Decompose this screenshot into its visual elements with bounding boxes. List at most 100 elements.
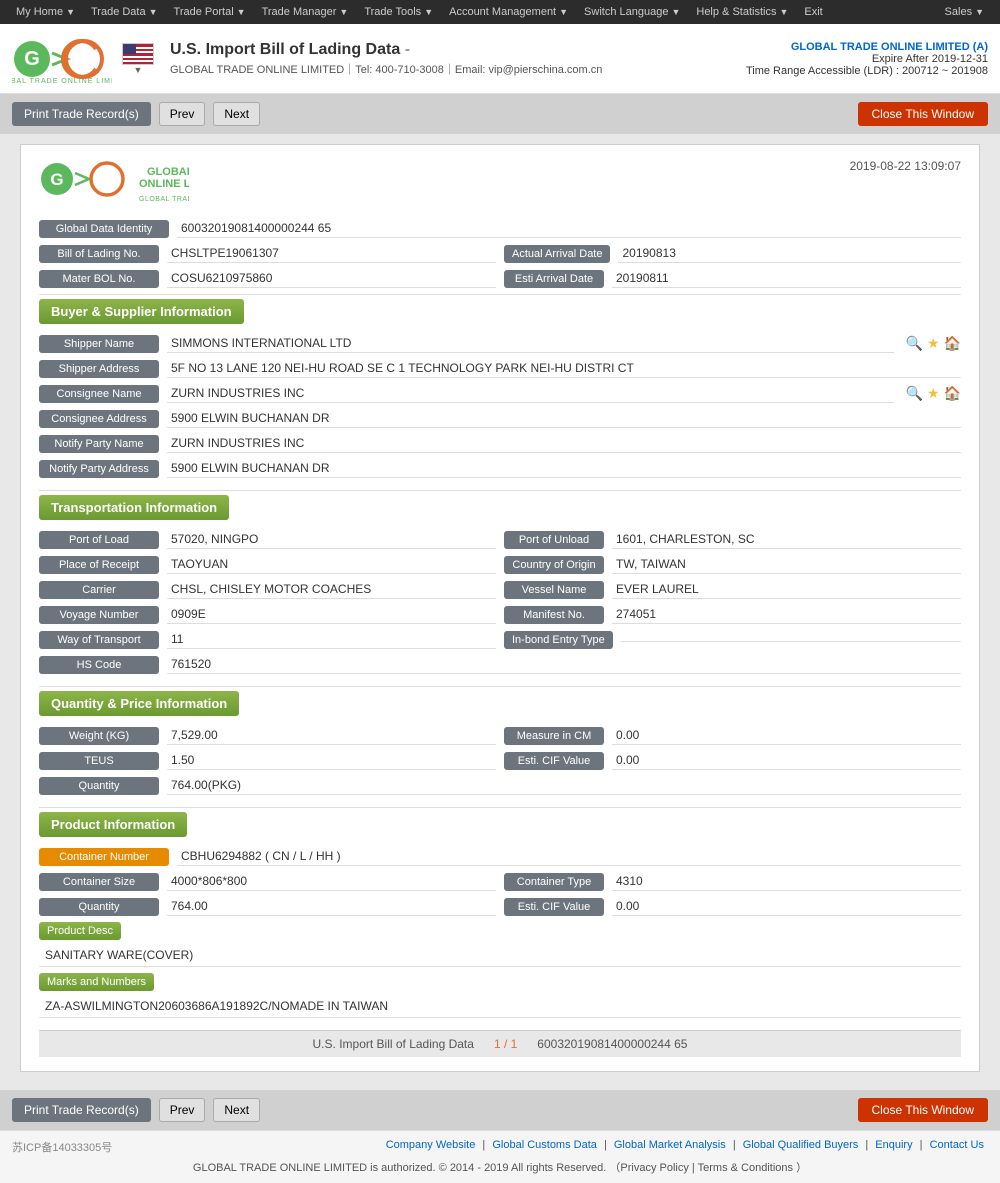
flag-icon	[122, 43, 154, 65]
ldr-range: Time Range Accessible (LDR) : 200712 ~ 2…	[746, 65, 988, 77]
footer-company-website[interactable]: Company Website	[386, 1139, 476, 1151]
expire-date: Expire After 2019-12-31	[746, 53, 988, 65]
home-icon[interactable]: 🏠	[944, 385, 961, 402]
actual-arrival-value: 20190813	[618, 244, 961, 263]
weight-value: 7,529.00	[167, 726, 496, 745]
way-of-transport-value: 11	[167, 630, 496, 649]
container-number-value: CBHU6294882 ( CN / L / HH )	[177, 847, 961, 866]
nav-sales[interactable]: Sales ▼	[937, 0, 992, 24]
shipper-address-row: Shipper Address 5F NO 13 LANE 120 NEI-HU…	[39, 359, 961, 378]
carrier-label: Carrier	[39, 581, 159, 599]
consignee-name-label: Consignee Name	[39, 385, 159, 403]
voyage-number-value: 0909E	[167, 605, 496, 624]
home-icon[interactable]: 🏠	[944, 335, 961, 352]
voyage-manifest-row: Voyage Number 0909E Manifest No. 274051	[39, 605, 961, 624]
quantity-row: Quantity 764.00(PKG)	[39, 776, 961, 795]
way-of-transport-label: Way of Transport	[39, 631, 159, 649]
bottom-prev-button[interactable]: Prev	[159, 1098, 206, 1122]
footer-copyright: GLOBAL TRADE ONLINE LIMITED is authorize…	[12, 1159, 988, 1175]
consignee-name-row: Consignee Name ZURN INDUSTRIES INC 🔍 ★ 🏠	[39, 384, 961, 403]
weight-label: Weight (KG)	[39, 727, 159, 745]
hs-code-row: HS Code 761520	[39, 655, 961, 674]
global-data-identity-value: 60032019081400000244 65	[177, 219, 961, 238]
quantity-label: Quantity	[39, 777, 159, 795]
carrier-value: CHSL, CHISLEY MOTOR COACHES	[167, 580, 496, 599]
footer-global-customs[interactable]: Global Customs Data	[492, 1139, 597, 1151]
country-of-origin-value: TW, TAIWAN	[612, 555, 961, 574]
nav-switch-language[interactable]: Switch Language ▼	[576, 0, 688, 24]
shipper-name-value: SIMMONS INTERNATIONAL LTD	[167, 334, 894, 353]
main-content: G GLOBAL TRADE ONLINE LIMITED GLOBAL TRA…	[0, 134, 1000, 1090]
manifest-no-label: Manifest No.	[504, 606, 604, 624]
nav-trade-tools[interactable]: Trade Tools ▼	[356, 0, 441, 24]
print-button[interactable]: Print Trade Record(s)	[12, 102, 151, 126]
chevron-down-icon: ▼	[671, 7, 680, 17]
product-esti-cif-label: Esti. CIF Value	[504, 898, 604, 916]
bottom-close-button[interactable]: Close This Window	[858, 1098, 988, 1122]
nav-my-home[interactable]: My Home ▼	[8, 0, 83, 24]
nav-trade-data[interactable]: Trade Data ▼	[83, 0, 166, 24]
prev-button[interactable]: Prev	[159, 102, 206, 126]
nav-account-management[interactable]: Account Management ▼	[441, 0, 576, 24]
footer-contact-us[interactable]: Contact Us	[930, 1139, 984, 1151]
chevron-down-icon: ▼	[559, 7, 568, 17]
place-of-receipt-value: TAOYUAN	[167, 555, 496, 574]
bol-field: Bill of Lading No. CHSLTPE19061307	[39, 244, 496, 263]
header-subtitle: GLOBAL TRADE ONLINE LIMITED｜Tel: 400-710…	[170, 61, 602, 77]
search-icon[interactable]: 🔍	[906, 385, 923, 402]
shipper-name-icons: 🔍 ★ 🏠	[906, 335, 961, 352]
product-quantity-value: 764.00	[167, 897, 496, 916]
logo-area: G GLOBAL TRADE ONLINE LIMITED ▼	[12, 33, 154, 85]
star-icon[interactable]: ★	[927, 385, 940, 402]
nav-help-statistics[interactable]: Help & Statistics ▼	[688, 0, 796, 24]
quantity-price-section: Quantity & Price Information Weight (KG)…	[39, 691, 961, 795]
chevron-down-icon: ▼	[779, 7, 788, 17]
shipper-name-row: Shipper Name SIMMONS INTERNATIONAL LTD 🔍…	[39, 334, 961, 353]
mater-bol-label: Mater BOL No.	[39, 270, 159, 288]
record-header: G GLOBAL TRADE ONLINE LIMITED GLOBAL TRA…	[39, 159, 961, 207]
esti-arrival-label: Esti Arrival Date	[504, 270, 604, 288]
nav-exit[interactable]: Exit	[796, 0, 830, 24]
notify-party-address-label: Notify Party Address	[39, 460, 159, 478]
marks-label: Marks and Numbers	[39, 973, 154, 991]
bill-of-lading-value: CHSLTPE19061307	[167, 244, 496, 263]
port-of-load-value: 57020, NINGPO	[167, 530, 496, 549]
container-number-label: Container Number	[39, 848, 169, 866]
gto-logo: G GLOBAL TRADE ONLINE LIMITED	[12, 33, 112, 85]
esti-arrival-value: 20190811	[612, 269, 961, 288]
nav-trade-manager[interactable]: Trade Manager ▼	[254, 0, 357, 24]
close-button[interactable]: Close This Window	[858, 102, 988, 126]
bottom-print-button[interactable]: Print Trade Record(s)	[12, 1098, 151, 1122]
chevron-down-icon: ▼	[237, 7, 246, 17]
global-data-identity-label: Global Data Identity	[39, 220, 169, 238]
inbond-entry-type-label: In-bond Entry Type	[504, 631, 613, 649]
hs-code-value: 761520	[167, 655, 961, 674]
marks-value: ZA-ASWILMINGTON20603686A191892C/NOMADE I…	[39, 995, 961, 1018]
nav-trade-portal[interactable]: Trade Portal ▼	[166, 0, 254, 24]
esti-cif-value-label: Esti. CIF Value	[504, 752, 604, 770]
record-timestamp: 2019-08-22 13:09:07	[850, 159, 961, 173]
consignee-address-value: 5900 ELWIN BUCHANAN DR	[167, 409, 961, 428]
teus-label: TEUS	[39, 752, 159, 770]
footer-global-buyers[interactable]: Global Qualified Buyers	[743, 1139, 859, 1151]
product-esti-cif-value: 0.00	[612, 897, 961, 916]
footer-enquiry[interactable]: Enquiry	[875, 1139, 912, 1151]
shipper-address-label: Shipper Address	[39, 360, 159, 378]
next-button[interactable]: Next	[213, 102, 260, 126]
svg-text:ONLINE LIMITED: ONLINE LIMITED	[139, 178, 189, 190]
notify-party-name-row: Notify Party Name ZURN INDUSTRIES INC	[39, 434, 961, 453]
notify-party-name-value: ZURN INDUSTRIES INC	[167, 434, 961, 453]
footer-links: Company Website | Global Customs Data | …	[382, 1139, 988, 1151]
port-of-unload-label: Port of Unload	[504, 531, 604, 549]
container-size-type-row: Container Size 4000*806*800 Container Ty…	[39, 872, 961, 891]
bottom-next-button[interactable]: Next	[213, 1098, 260, 1122]
footer-global-market[interactable]: Global Market Analysis	[614, 1139, 726, 1151]
pagination-record-label: U.S. Import Bill of Lading Data	[313, 1037, 474, 1051]
voyage-number-label: Voyage Number	[39, 606, 159, 624]
top-navigation: My Home ▼ Trade Data ▼ Trade Portal ▼ Tr…	[0, 0, 1000, 24]
search-icon[interactable]: 🔍	[906, 335, 923, 352]
buyer-supplier-section-header: Buyer & Supplier Information	[39, 299, 244, 324]
transportation-section-header: Transportation Information	[39, 495, 229, 520]
bottom-action-bar: Print Trade Record(s) Prev Next Close Th…	[0, 1090, 1000, 1130]
star-icon[interactable]: ★	[927, 335, 940, 352]
